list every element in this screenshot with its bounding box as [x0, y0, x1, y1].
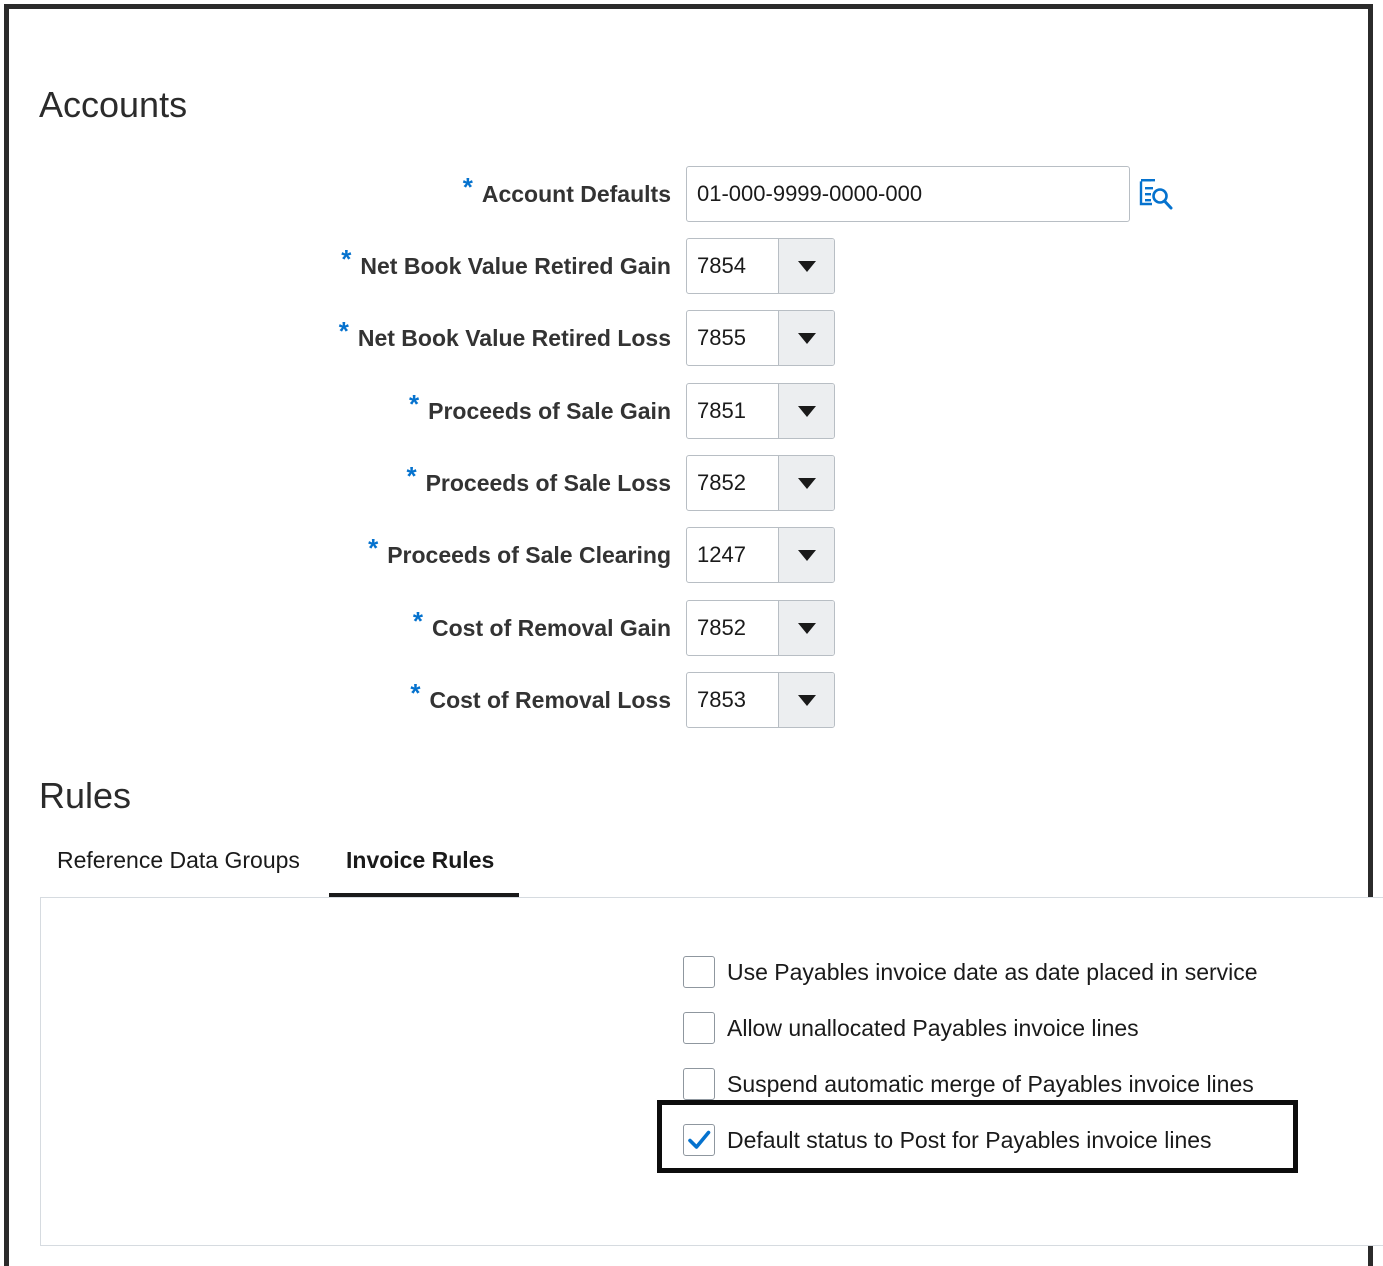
select-value[interactable]: 7852: [687, 456, 779, 510]
checkbox-label: Suspend automatic merge of Payables invo…: [727, 1070, 1254, 1097]
chevron-down-icon[interactable]: [779, 384, 834, 438]
proceeds-of-sale-gain-select[interactable]: 7851: [686, 383, 835, 439]
select-value[interactable]: 7852: [687, 601, 779, 655]
select-value[interactable]: 7855: [687, 311, 779, 365]
select-value[interactable]: 7853: [687, 673, 779, 727]
chevron-down-icon[interactable]: [779, 239, 834, 293]
cost-of-removal-loss-select[interactable]: 7853: [686, 672, 835, 728]
field-label: * Net Book Value Retired Loss: [338, 316, 671, 351]
chevron-down-icon[interactable]: [779, 311, 834, 365]
select-value[interactable]: 7851: [687, 384, 779, 438]
checkbox-label: Use Payables invoice date as date placed…: [727, 958, 1258, 985]
default-status-to-post-checkbox[interactable]: [683, 1124, 715, 1156]
cost-of-removal-gain-select[interactable]: 7852: [686, 600, 835, 656]
default-status-to-post-option[interactable]: Default status to Post for Payables invo…: [683, 1123, 1212, 1157]
tab-invoice-rules[interactable]: Invoice Rules: [329, 832, 519, 898]
chevron-down-icon[interactable]: [779, 528, 834, 582]
use-payables-invoice-date-option[interactable]: Use Payables invoice date as date placed…: [683, 955, 1258, 989]
chevron-down-icon[interactable]: [779, 673, 834, 727]
field-label: * Cost of Removal Loss: [410, 678, 671, 713]
net-book-value-retired-gain-row: * Net Book Value Retired Gain 7854: [0, 238, 1383, 294]
required-asterisk: *: [406, 461, 417, 491]
accounts-section-title: Accounts: [39, 84, 188, 125]
field-label: * Proceeds of Sale Clearing: [368, 533, 671, 568]
use-payables-invoice-date-checkbox[interactable]: [683, 956, 715, 988]
required-asterisk: *: [412, 606, 424, 636]
cost-of-removal-gain-row: * Cost of Removal Gain 7852: [0, 600, 1383, 656]
net-book-value-retired-gain-select[interactable]: 7854: [686, 238, 835, 294]
rules-section-title: Rules: [39, 775, 132, 816]
proceeds-of-sale-clearing-select[interactable]: 1247: [686, 527, 835, 583]
proceeds-of-sale-loss-row: * Proceeds of Sale Loss 7852: [0, 455, 1383, 511]
allow-unallocated-invoice-lines-option[interactable]: Allow unallocated Payables invoice lines: [683, 1011, 1139, 1045]
required-asterisk: *: [462, 172, 473, 202]
field-label: * Net Book Value Retired Gain: [341, 244, 671, 279]
select-value[interactable]: 7854: [687, 239, 779, 293]
net-book-value-retired-loss-row: * Net Book Value Retired Loss 7855: [0, 310, 1383, 366]
required-asterisk: *: [410, 678, 421, 708]
proceeds-of-sale-gain-row: * Proceeds of Sale Gain 7851: [0, 383, 1383, 439]
account-defaults-input[interactable]: 01-000-9999-0000-000: [686, 166, 1130, 222]
required-asterisk: *: [368, 533, 379, 563]
chevron-down-icon[interactable]: [779, 601, 834, 655]
required-asterisk: *: [409, 389, 420, 419]
account-defaults-label: * Account Defaults: [462, 172, 671, 207]
cost-of-removal-loss-row: * Cost of Removal Loss 7853: [0, 672, 1383, 728]
checkbox-label: Default status to Post for Payables invo…: [727, 1126, 1212, 1153]
proceeds-of-sale-loss-select[interactable]: 7852: [686, 455, 835, 511]
checkmark-icon: [688, 1130, 711, 1149]
suspend-automatic-merge-checkbox[interactable]: [683, 1068, 715, 1100]
account-defaults-row: * Account Defaults 01-000-9999-0000-000: [0, 166, 1383, 222]
field-label: * Cost of Removal Gain: [412, 606, 671, 641]
account-search-icon[interactable]: [1138, 176, 1176, 214]
rules-tab-bar: Reference Data Groups Invoice Rules: [40, 832, 1380, 898]
field-label: * Proceeds of Sale Loss: [406, 461, 671, 496]
allow-unallocated-invoice-lines-checkbox[interactable]: [683, 1012, 715, 1044]
select-value[interactable]: 1247: [687, 528, 779, 582]
field-label: * Proceeds of Sale Gain: [409, 389, 671, 424]
proceeds-of-sale-clearing-row: * Proceeds of Sale Clearing 1247: [0, 527, 1383, 583]
checkbox-label: Allow unallocated Payables invoice lines: [727, 1014, 1139, 1041]
suspend-automatic-merge-option[interactable]: Suspend automatic merge of Payables invo…: [683, 1067, 1254, 1101]
required-asterisk: *: [338, 316, 349, 346]
chevron-down-icon[interactable]: [779, 456, 834, 510]
tab-reference-data-groups[interactable]: Reference Data Groups: [57, 832, 300, 898]
required-asterisk: *: [341, 244, 352, 274]
net-book-value-retired-loss-select[interactable]: 7855: [686, 310, 835, 366]
